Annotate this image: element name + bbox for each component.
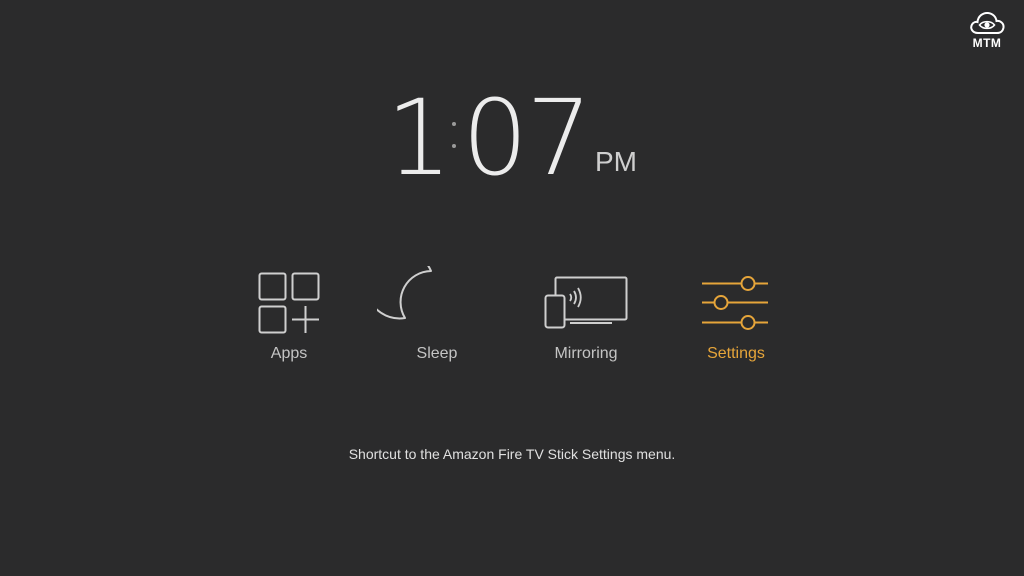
menu-item-settings[interactable]: Settings	[676, 266, 796, 374]
apps-grid-plus-icon	[258, 272, 320, 334]
mtm-logo: MTM	[962, 9, 1012, 51]
menu-item-mirroring[interactable]: Mirroring	[526, 266, 646, 374]
logo-text: MTM	[972, 36, 1002, 50]
clock: 1 07 PM	[380, 78, 680, 198]
cloud-eye-icon	[970, 11, 1005, 34]
moon-icon	[377, 266, 432, 320]
menu-item-settings-label: Settings	[707, 345, 765, 362]
menu-description: Shortcut to the Amazon Fire TV Stick Set…	[348, 446, 676, 462]
clock-colon-top	[452, 122, 456, 126]
sliders-icon	[702, 276, 768, 330]
clock-colon-bottom	[452, 144, 456, 148]
menu-item-sleep-label: Sleep	[416, 345, 458, 362]
clock-minutes: 07	[462, 77, 592, 199]
menu-item-apps[interactable]: Apps	[229, 266, 349, 374]
menu-item-apps-label: Apps	[270, 345, 308, 362]
quick-menu: Apps Sleep Mirroring Settings	[0, 266, 1024, 376]
menu-item-mirroring-label: Mirroring	[554, 345, 618, 362]
clock-ampm: PM	[595, 146, 637, 177]
menu-item-sleep[interactable]: Sleep	[377, 266, 497, 374]
mirroring-icon	[544, 276, 628, 329]
clock-hour: 1	[386, 77, 452, 199]
